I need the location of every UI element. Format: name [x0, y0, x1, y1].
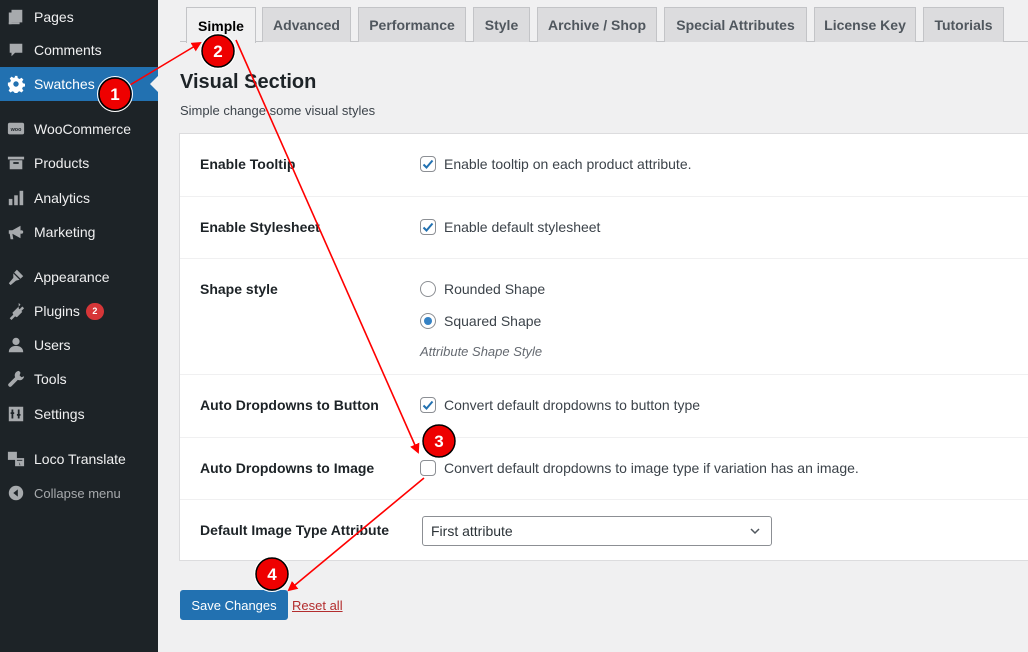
- image-type-attribute-select[interactable]: First attribute: [422, 516, 772, 546]
- checkmark-icon: [422, 222, 434, 232]
- megaphone-icon: [6, 222, 26, 242]
- paintbrush-icon: [6, 267, 26, 287]
- radio-label: Rounded Shape: [444, 281, 546, 297]
- sidebar-item-plugins[interactable]: Plugins 2: [0, 294, 158, 328]
- sidebar-item-appearance[interactable]: Appearance: [0, 260, 158, 294]
- dropdown-image-checkbox[interactable]: [420, 460, 436, 476]
- translate-icon: [6, 449, 26, 469]
- user-icon: [6, 335, 26, 355]
- squared-shape-radio[interactable]: [420, 313, 436, 329]
- admin-sidebar: Pages Comments Swatches woo WooCommerce …: [0, 0, 158, 652]
- setting-row-tooltip: Enable Tooltip Enable tooltip on each pr…: [180, 134, 1028, 197]
- setting-row-dropdown-button: Auto Dropdowns to Button Convert default…: [180, 375, 1028, 438]
- sidebar-item-label: Plugins: [34, 303, 80, 319]
- svg-text:2: 2: [213, 42, 222, 61]
- settings-tabs: Simple Advanced Performance Style Archiv…: [180, 0, 1028, 43]
- sidebar-item-label: Collapse menu: [34, 485, 121, 501]
- comments-icon: [6, 40, 26, 60]
- sidebar-item-pages[interactable]: Pages: [0, 0, 158, 34]
- dropdown-image-checkbox-field[interactable]: Convert default dropdowns to image type …: [420, 460, 859, 476]
- chevron-down-icon: [750, 528, 760, 535]
- checkbox-label: Enable default stylesheet: [444, 219, 601, 235]
- rounded-shape-radio[interactable]: [420, 281, 436, 297]
- tab-archive-shop[interactable]: Archive / Shop: [537, 7, 657, 42]
- setting-label: Enable Stylesheet: [200, 219, 320, 235]
- settings-form-table: Enable Tooltip Enable tooltip on each pr…: [179, 133, 1028, 561]
- radio-label: Squared Shape: [444, 313, 542, 329]
- setting-row-stylesheet: Enable Stylesheet Enable default stylesh…: [180, 197, 1028, 259]
- sidebar-item-label: Appearance: [34, 269, 110, 285]
- tooltip-checkbox[interactable]: [420, 156, 436, 172]
- setting-label: Enable Tooltip: [200, 156, 296, 172]
- tooltip-checkbox-field[interactable]: Enable tooltip on each product attribute…: [420, 156, 692, 172]
- products-archive-icon: [6, 153, 26, 173]
- bar-chart-icon: [6, 188, 26, 208]
- sidebar-item-label: Users: [34, 337, 71, 353]
- dropdown-button-checkbox-field[interactable]: Convert default dropdowns to button type: [420, 397, 700, 413]
- annotation-marker-4: 4: [254, 556, 290, 592]
- plug-icon: [6, 301, 26, 321]
- sidebar-item-woocommerce[interactable]: woo WooCommerce: [0, 112, 158, 146]
- rounded-shape-radio-field[interactable]: Rounded Shape: [420, 281, 545, 297]
- setting-label: Default Image Type Attribute: [200, 522, 390, 538]
- svg-text:woo: woo: [10, 127, 22, 133]
- setting-label: Auto Dropdowns to Image: [200, 460, 375, 476]
- sidebar-item-label: WooCommerce: [34, 121, 131, 137]
- gear-icon: [6, 74, 26, 94]
- tab-special-attributes[interactable]: Special Attributes: [664, 7, 807, 42]
- svg-text:4: 4: [267, 565, 277, 584]
- sidebar-item-label: Marketing: [34, 224, 96, 240]
- save-changes-button[interactable]: Save Changes: [180, 590, 288, 620]
- sidebar-item-settings[interactable]: Settings: [0, 397, 158, 431]
- checkmark-icon: [422, 400, 434, 410]
- sidebar-item-label: Analytics: [34, 190, 91, 206]
- checkbox-label: Convert default dropdowns to button type: [444, 397, 701, 413]
- tab-license-key[interactable]: License Key: [814, 7, 916, 42]
- plugins-update-badge: 2: [85, 302, 104, 320]
- dropdown-button-checkbox[interactable]: [420, 397, 436, 413]
- shape-style-description: Attribute Shape Style: [420, 344, 543, 359]
- collapse-arrow-icon: [6, 483, 26, 503]
- sidebar-item-users[interactable]: Users: [0, 328, 158, 362]
- woocommerce-icon: woo: [6, 119, 26, 139]
- tab-performance[interactable]: Performance: [358, 7, 466, 42]
- sidebar-item-label: Pages: [34, 9, 74, 25]
- tab-tutorials[interactable]: Tutorials: [923, 7, 1004, 42]
- pages-icon: [6, 7, 26, 27]
- radio-selected-dot: [424, 317, 432, 325]
- sidebar-item-products[interactable]: Products: [0, 146, 158, 180]
- sidebar-item-label: Swatches: [34, 76, 95, 92]
- stylesheet-checkbox[interactable]: [420, 219, 436, 235]
- sidebar-item-swatches[interactable]: Swatches: [0, 67, 158, 101]
- sidebar-item-loco-translate[interactable]: Loco Translate: [0, 442, 158, 476]
- section-description: Simple change some visual styles: [180, 103, 376, 118]
- wrench-icon: [6, 369, 26, 389]
- tab-advanced[interactable]: Advanced: [262, 7, 351, 42]
- checkbox-label: Convert default dropdowns to image type …: [444, 460, 859, 476]
- sliders-icon: [6, 404, 26, 424]
- tab-style[interactable]: Style: [473, 7, 530, 42]
- collapse-menu-button[interactable]: Collapse menu: [0, 476, 158, 510]
- setting-label: Shape style: [200, 281, 278, 297]
- sidebar-item-analytics[interactable]: Analytics: [0, 181, 158, 215]
- checkbox-label: Enable tooltip on each product attribute…: [444, 156, 692, 172]
- select-value: First attribute: [431, 523, 513, 539]
- setting-row-dropdown-image: Auto Dropdowns to Image Convert default …: [180, 438, 1028, 500]
- sidebar-item-comments[interactable]: Comments: [0, 33, 158, 67]
- reset-all-link[interactable]: Reset all: [292, 598, 343, 613]
- checkmark-icon: [422, 159, 434, 169]
- sidebar-item-label: Products: [34, 155, 90, 171]
- setting-row-shape-style: Shape style Rounded Shape Squared Shape …: [180, 259, 1028, 375]
- squared-shape-radio-field[interactable]: Squared Shape: [420, 313, 541, 329]
- sidebar-item-label: Loco Translate: [34, 451, 126, 467]
- tab-simple[interactable]: Simple: [186, 7, 256, 43]
- sidebar-item-label: Comments: [34, 42, 102, 58]
- sidebar-item-marketing[interactable]: Marketing: [0, 215, 158, 249]
- stylesheet-checkbox-field[interactable]: Enable default stylesheet: [420, 219, 600, 235]
- setting-label: Auto Dropdowns to Button: [200, 397, 379, 413]
- section-title: Visual Section: [180, 71, 317, 93]
- sidebar-item-tools[interactable]: Tools: [0, 362, 158, 396]
- sidebar-item-label: Tools: [34, 371, 67, 387]
- sidebar-item-label: Settings: [34, 406, 85, 422]
